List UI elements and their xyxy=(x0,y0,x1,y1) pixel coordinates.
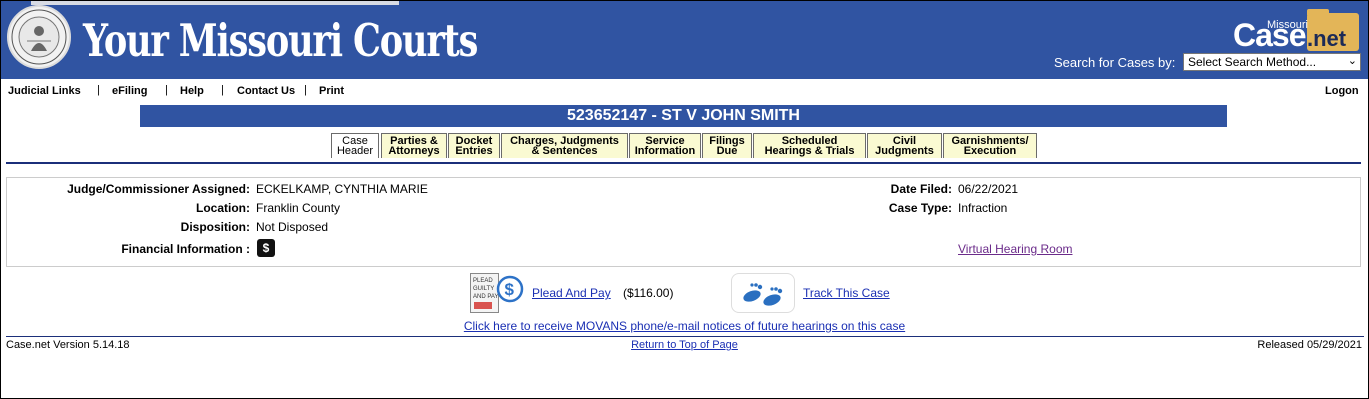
plead-and-pay-link[interactable]: Plead And Pay xyxy=(532,286,611,300)
site-banner: Your Missouri Courts Case Missouri .net … xyxy=(1,1,1368,79)
plead-and-pay-icon[interactable]: PLEAD GUILTY AND PAY $ xyxy=(470,273,524,313)
chevron-down-icon: ⌄ xyxy=(1347,55,1357,67)
tab-service-information[interactable]: Service Information xyxy=(629,133,701,158)
tab-garnishments-execution[interactable]: Garnishments/ Execution xyxy=(943,133,1037,158)
nav-judicial-links[interactable]: Judicial Links xyxy=(8,85,81,97)
location-value: Franklin County xyxy=(256,201,341,215)
return-to-top-link[interactable]: Return to Top of Page xyxy=(1,339,1368,351)
virtual-hearing-room-link[interactable]: Virtual Hearing Room xyxy=(958,242,1073,256)
site-title[interactable]: Your Missouri Courts xyxy=(83,11,478,71)
nav-efiling[interactable]: eFiling xyxy=(112,85,147,97)
footer-divider xyxy=(6,336,1364,337)
case-caption: 523652147 - ST V JOHN SMITH xyxy=(140,105,1227,127)
release-date-text: Released 05/29/2021 xyxy=(1257,339,1362,351)
location-label: Location: xyxy=(196,201,250,215)
date-filed-value: 06/22/2021 xyxy=(958,182,1019,196)
tab-filings-due[interactable]: Filings Due xyxy=(702,133,752,158)
supreme-court-seal-icon xyxy=(7,5,71,69)
plead-icon-text: GUILTY xyxy=(473,286,494,292)
judge-value: ECKELKAMP, CYNTHIA MARIE xyxy=(256,182,428,196)
nav-separator: | xyxy=(97,84,100,96)
case-type-label: Case Type: xyxy=(888,201,952,215)
date-filed-label: Date Filed: xyxy=(890,182,952,196)
dollar-icon[interactable]: $ xyxy=(257,239,275,257)
tab-divider xyxy=(6,162,1361,164)
tab-docket-entries[interactable]: Docket Entries xyxy=(448,133,500,158)
tab-case-header[interactable]: Case Header xyxy=(331,133,379,158)
logo-state-text: Missouri xyxy=(1267,19,1308,31)
nav-separator: | xyxy=(304,84,307,96)
nav-help[interactable]: Help xyxy=(180,85,204,97)
search-method-select[interactable]: Select Search Method... ⌄ xyxy=(1183,53,1361,71)
nav-print[interactable]: Print xyxy=(319,85,344,97)
nav-separator: | xyxy=(165,84,168,96)
svg-text:$: $ xyxy=(505,280,515,299)
page: Your Missouri Courts Case Missouri .net … xyxy=(0,0,1369,399)
tab-scheduled-hearings[interactable]: Scheduled Hearings & Trials xyxy=(753,133,866,158)
nav-logon[interactable]: Logon xyxy=(1325,85,1359,97)
financial-label: Financial Information : xyxy=(121,242,250,256)
disposition-value: Not Disposed xyxy=(256,220,329,234)
movans-notices-link[interactable]: Click here to receive MOVANS phone/e-mai… xyxy=(1,319,1368,333)
case-details-panel: Judge/Commissioner Assigned: ECKELKAMP, … xyxy=(6,177,1361,267)
search-label: Search for Cases by: xyxy=(1054,55,1176,70)
plead-icon-text: PLEAD xyxy=(473,278,493,284)
tab-charges-judgments[interactable]: Charges, Judgments & Sentences xyxy=(501,133,628,158)
plead-icon-text: AND PAY xyxy=(473,294,498,300)
tab-civil-judgments[interactable]: Civil Judgments xyxy=(867,133,942,158)
judge-label: Judge/Commissioner Assigned: xyxy=(67,182,250,196)
logo-net-text: .net xyxy=(1307,26,1347,51)
search-method-value: Select Search Method... xyxy=(1188,55,1317,69)
plead-amount: ($116.00) xyxy=(623,286,674,300)
tab-parties-attorneys[interactable]: Parties & Attorneys xyxy=(381,133,447,158)
track-this-case-link[interactable]: Track This Case xyxy=(803,286,890,300)
nav-contact-us[interactable]: Contact Us xyxy=(237,85,295,97)
banner-strip xyxy=(31,1,399,5)
casenet-logo[interactable]: Case Missouri .net xyxy=(1231,9,1361,53)
top-nav: Judicial Links | eFiling | Help | Contac… xyxy=(1,83,1368,101)
disposition-label: Disposition: xyxy=(180,220,250,234)
case-type-value: Infraction xyxy=(958,201,1008,215)
nav-separator: | xyxy=(221,84,224,96)
footprints-icon[interactable] xyxy=(731,273,795,313)
